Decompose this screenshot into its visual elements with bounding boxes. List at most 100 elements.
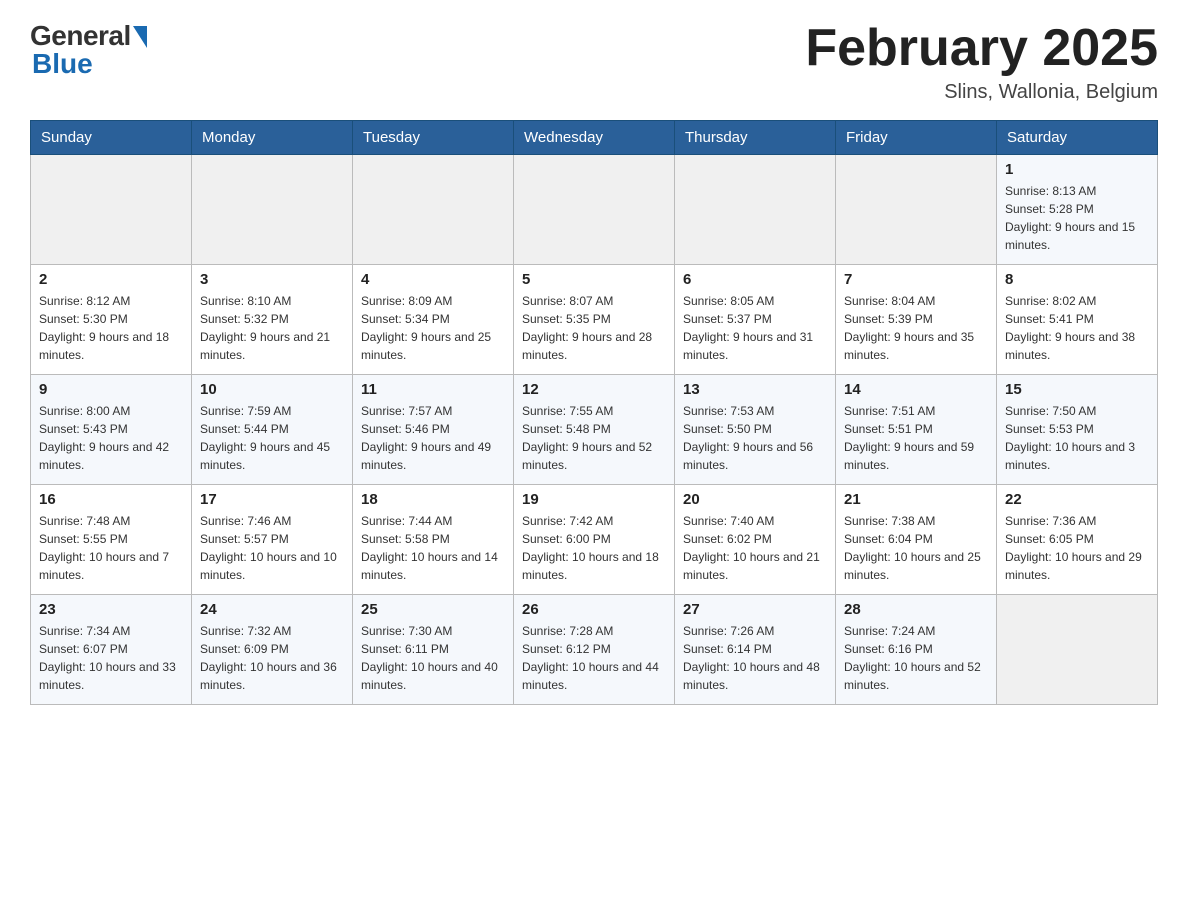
- header-cell-friday: Friday: [836, 121, 997, 155]
- day-number: 6: [683, 271, 827, 288]
- day-cell: 28 Sunrise: 7:24 AM Sunset: 6:16 PM Dayli…: [836, 595, 997, 705]
- day-number: 12: [522, 381, 666, 398]
- day-cell: 16Sunrise: 7:48 AM Sunset: 5:55 PM Dayli…: [31, 485, 192, 595]
- calendar-body: 1 Sunrise: 8:13 AM Sunset: 5:28 PM Daylig…: [31, 155, 1158, 705]
- logo-triangle-icon: [133, 26, 147, 48]
- day-cell: [31, 155, 192, 265]
- day-info: Sunrise: 7:38 AM Sunset: 6:04 PM Dayligh…: [844, 512, 988, 584]
- day-info: Sunrise: 7:57 AM Sunset: 5:46 PM Dayligh…: [361, 402, 505, 474]
- day-cell: [514, 155, 675, 265]
- day-info: Sunrise: 7:51 AM Sunset: 5:51 PM Dayligh…: [844, 402, 988, 474]
- day-cell: 19 Sunrise: 7:42 AM Sunset: 6:00 PM Dayli…: [514, 485, 675, 595]
- day-number: 9: [39, 381, 183, 398]
- day-cell: 11 Sunrise: 7:57 AM Sunset: 5:46 PM Dayli…: [353, 375, 514, 485]
- day-info: Sunrise: 7:36 AM Sunset: 6:05 PM Dayligh…: [1005, 512, 1149, 584]
- day-cell: [675, 155, 836, 265]
- day-number: 21: [844, 491, 988, 508]
- day-cell: 9 Sunrise: 8:00 AM Sunset: 5:43 PM Daylig…: [31, 375, 192, 485]
- day-info: Sunrise: 8:10 AM Sunset: 5:32 PM Dayligh…: [200, 292, 344, 364]
- day-number: 13: [683, 381, 827, 398]
- day-info: Sunrise: 8:05 AM Sunset: 5:37 PM Dayligh…: [683, 292, 827, 364]
- day-info: Sunrise: 8:04 AM Sunset: 5:39 PM Dayligh…: [844, 292, 988, 364]
- day-info: Sunrise: 7:28 AM Sunset: 6:12 PM Dayligh…: [522, 622, 666, 694]
- day-cell: [353, 155, 514, 265]
- week-row-2: 2 Sunrise: 8:12 AM Sunset: 5:30 PM Daylig…: [31, 265, 1158, 375]
- day-cell: 24 Sunrise: 7:32 AM Sunset: 6:09 PM Dayli…: [192, 595, 353, 705]
- day-number: 27: [683, 601, 827, 618]
- day-cell: 5 Sunrise: 8:07 AM Sunset: 5:35 PM Daylig…: [514, 265, 675, 375]
- day-info: Sunrise: 7:34 AM Sunset: 6:07 PM Dayligh…: [39, 622, 183, 694]
- day-number: 28: [844, 601, 988, 618]
- day-cell: 27 Sunrise: 7:26 AM Sunset: 6:14 PM Dayli…: [675, 595, 836, 705]
- day-cell: 7 Sunrise: 8:04 AM Sunset: 5:39 PM Daylig…: [836, 265, 997, 375]
- day-info: Sunrise: 7:55 AM Sunset: 5:48 PM Dayligh…: [522, 402, 666, 474]
- header-cell-wednesday: Wednesday: [514, 121, 675, 155]
- week-row-1: 1 Sunrise: 8:13 AM Sunset: 5:28 PM Daylig…: [31, 155, 1158, 265]
- day-info: Sunrise: 8:00 AM Sunset: 5:43 PM Dayligh…: [39, 402, 183, 474]
- day-number: 5: [522, 271, 666, 288]
- day-cell: 14 Sunrise: 7:51 AM Sunset: 5:51 PM Dayli…: [836, 375, 997, 485]
- day-number: 2: [39, 271, 183, 288]
- day-info: Sunrise: 7:40 AM Sunset: 6:02 PM Dayligh…: [683, 512, 827, 584]
- title-block: February 2025 Slins, Wallonia, Belgium: [805, 20, 1158, 104]
- day-cell: 22 Sunrise: 7:36 AM Sunset: 6:05 PM Dayli…: [997, 485, 1158, 595]
- day-cell: 23 Sunrise: 7:34 AM Sunset: 6:07 PM Dayli…: [31, 595, 192, 705]
- day-number: 1: [1005, 161, 1149, 178]
- day-cell: [997, 595, 1158, 705]
- day-number: 8: [1005, 271, 1149, 288]
- day-cell: [836, 155, 997, 265]
- day-info: Sunrise: 7:48 AM Sunset: 5:55 PM Dayligh…: [39, 512, 183, 584]
- header-cell-saturday: Saturday: [997, 121, 1158, 155]
- week-row-3: 9 Sunrise: 8:00 AM Sunset: 5:43 PM Daylig…: [31, 375, 1158, 485]
- day-number: 4: [361, 271, 505, 288]
- day-cell: 8 Sunrise: 8:02 AM Sunset: 5:41 PM Daylig…: [997, 265, 1158, 375]
- day-number: 10: [200, 381, 344, 398]
- day-info: Sunrise: 8:12 AM Sunset: 5:30 PM Dayligh…: [39, 292, 183, 364]
- day-cell: 4 Sunrise: 8:09 AM Sunset: 5:34 PM Daylig…: [353, 265, 514, 375]
- page-header: General Blue February 2025 Slins, Wallon…: [30, 20, 1158, 104]
- day-cell: 21 Sunrise: 7:38 AM Sunset: 6:04 PM Dayli…: [836, 485, 997, 595]
- calendar-table: SundayMondayTuesdayWednesdayThursdayFrid…: [30, 120, 1158, 705]
- day-cell: 20 Sunrise: 7:40 AM Sunset: 6:02 PM Dayli…: [675, 485, 836, 595]
- header-cell-thursday: Thursday: [675, 121, 836, 155]
- day-info: Sunrise: 7:59 AM Sunset: 5:44 PM Dayligh…: [200, 402, 344, 474]
- day-cell: 15Sunrise: 7:50 AM Sunset: 5:53 PM Dayli…: [997, 375, 1158, 485]
- header-row: SundayMondayTuesdayWednesdayThursdayFrid…: [31, 121, 1158, 155]
- day-info: Sunrise: 7:24 AM Sunset: 6:16 PM Dayligh…: [844, 622, 988, 694]
- day-cell: 2 Sunrise: 8:12 AM Sunset: 5:30 PM Daylig…: [31, 265, 192, 375]
- day-info: Sunrise: 8:02 AM Sunset: 5:41 PM Dayligh…: [1005, 292, 1149, 364]
- day-cell: 26Sunrise: 7:28 AM Sunset: 6:12 PM Dayli…: [514, 595, 675, 705]
- day-cell: [192, 155, 353, 265]
- day-cell: 12 Sunrise: 7:55 AM Sunset: 5:48 PM Dayli…: [514, 375, 675, 485]
- day-number: 19: [522, 491, 666, 508]
- day-info: Sunrise: 8:07 AM Sunset: 5:35 PM Dayligh…: [522, 292, 666, 364]
- day-info: Sunrise: 7:26 AM Sunset: 6:14 PM Dayligh…: [683, 622, 827, 694]
- day-number: 18: [361, 491, 505, 508]
- day-number: 7: [844, 271, 988, 288]
- month-title: February 2025: [805, 20, 1158, 77]
- day-info: Sunrise: 7:42 AM Sunset: 6:00 PM Dayligh…: [522, 512, 666, 584]
- day-number: 22: [1005, 491, 1149, 508]
- day-number: 14: [844, 381, 988, 398]
- day-number: 23: [39, 601, 183, 618]
- day-cell: 3Sunrise: 8:10 AM Sunset: 5:32 PM Daylig…: [192, 265, 353, 375]
- header-cell-sunday: Sunday: [31, 121, 192, 155]
- day-info: Sunrise: 8:09 AM Sunset: 5:34 PM Dayligh…: [361, 292, 505, 364]
- day-number: 11: [361, 381, 505, 398]
- day-info: Sunrise: 7:53 AM Sunset: 5:50 PM Dayligh…: [683, 402, 827, 474]
- day-number: 24: [200, 601, 344, 618]
- logo: General Blue: [30, 20, 147, 80]
- day-number: 20: [683, 491, 827, 508]
- location-text: Slins, Wallonia, Belgium: [805, 81, 1158, 104]
- day-cell: 6 Sunrise: 8:05 AM Sunset: 5:37 PM Daylig…: [675, 265, 836, 375]
- day-cell: 18 Sunrise: 7:44 AM Sunset: 5:58 PM Dayli…: [353, 485, 514, 595]
- day-info: Sunrise: 8:13 AM Sunset: 5:28 PM Dayligh…: [1005, 182, 1149, 254]
- day-number: 15: [1005, 381, 1149, 398]
- day-info: Sunrise: 7:32 AM Sunset: 6:09 PM Dayligh…: [200, 622, 344, 694]
- day-cell: 1 Sunrise: 8:13 AM Sunset: 5:28 PM Daylig…: [997, 155, 1158, 265]
- calendar-header: SundayMondayTuesdayWednesdayThursdayFrid…: [31, 121, 1158, 155]
- day-number: 25: [361, 601, 505, 618]
- day-info: Sunrise: 7:44 AM Sunset: 5:58 PM Dayligh…: [361, 512, 505, 584]
- week-row-4: 16Sunrise: 7:48 AM Sunset: 5:55 PM Dayli…: [31, 485, 1158, 595]
- logo-blue-text: Blue: [32, 48, 93, 80]
